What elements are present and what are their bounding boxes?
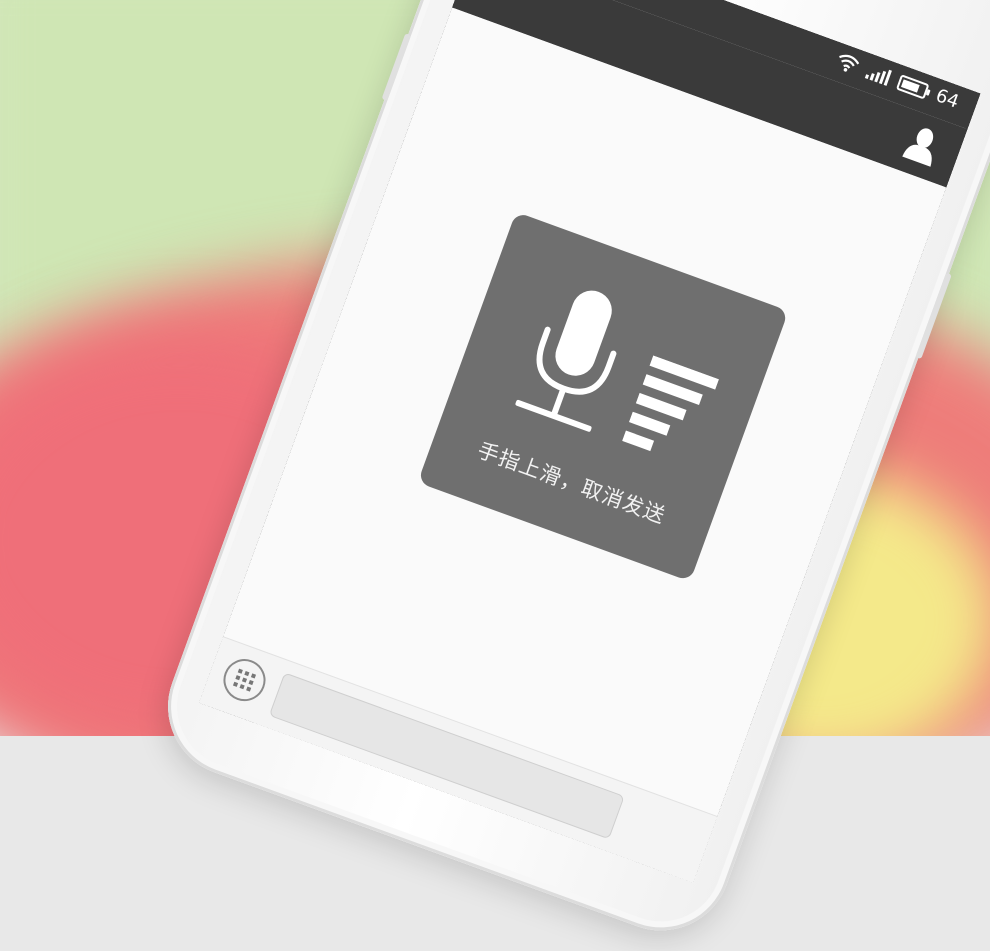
person-icon[interactable] (900, 120, 946, 169)
volume-level-icon (622, 355, 720, 452)
battery-level: 64 (932, 85, 962, 113)
wifi-icon (839, 54, 860, 72)
keyboard-icon[interactable] (217, 653, 272, 708)
signal-icon (865, 63, 893, 86)
battery-icon (896, 73, 930, 100)
